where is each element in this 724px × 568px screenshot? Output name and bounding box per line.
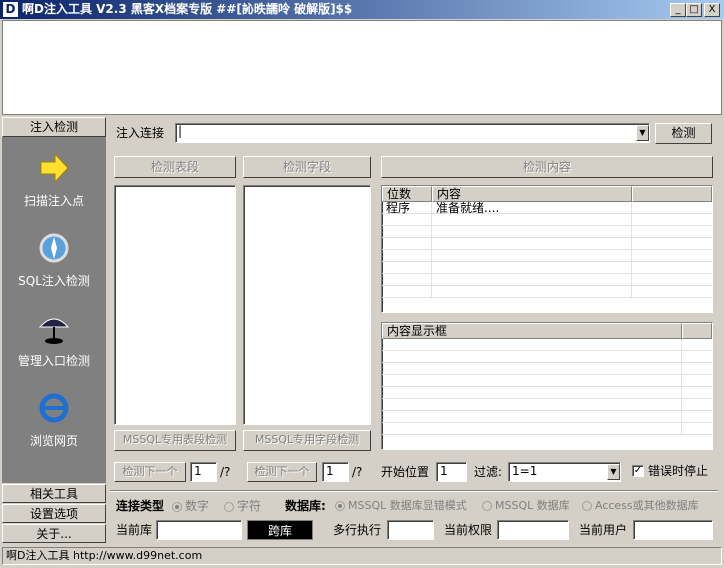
current-user-input[interactable]: [633, 520, 713, 540]
db-mssql[interactable]: MSSQL 数据库: [482, 497, 570, 515]
title-bar: 啊D注入工具 V2.3 黑客X档案专版 ##[訫昳譳呤 破解版]$$: [0, 0, 724, 19]
sidebar-item-scan[interactable]: 扫描注入点: [2, 151, 106, 209]
chevron-down-icon[interactable]: ▼: [636, 125, 649, 141]
minimize-button[interactable]: _: [670, 3, 686, 17]
window-title: 啊D注入工具 V2.3 黑客X档案专版 ##[訫昳譳呤 破解版]$$: [22, 2, 353, 16]
divider: [110, 490, 718, 492]
sidebar-item-browse[interactable]: 浏览网页: [2, 391, 106, 449]
detect-tables-button[interactable]: 检测表段: [114, 156, 236, 178]
conn-type-string[interactable]: 字符: [224, 497, 261, 515]
compass-icon: [39, 233, 69, 263]
column-header: 内容显示框: [382, 323, 682, 339]
table-page-total: /?: [220, 465, 231, 479]
current-db-input[interactable]: [156, 520, 242, 540]
field-page-input[interactable]: 1: [322, 462, 349, 482]
maximize-button[interactable]: □: [686, 3, 702, 17]
field-page-total: /?: [352, 465, 363, 479]
sidebar-about[interactable]: 关于...: [2, 524, 106, 543]
sidebar-settings[interactable]: 设置选项: [2, 504, 106, 523]
start-position-input[interactable]: 1: [436, 462, 467, 482]
filter-select[interactable]: 1=1: [508, 462, 621, 482]
radio-icon: [172, 501, 182, 512]
current-user-label: 当前用户: [579, 523, 628, 537]
db-label: 数据库:: [285, 499, 326, 513]
result-table[interactable]: 位数 内容 程序 准备就绪....: [381, 185, 713, 313]
detect-content-button[interactable]: 检测内容: [381, 156, 713, 178]
content-display-box[interactable]: 内容显示框: [381, 322, 713, 450]
detect-fields-button[interactable]: 检测字段: [243, 156, 371, 178]
next-table-button[interactable]: 检测下一个: [114, 462, 186, 482]
sidebar: 扫描注入点 SQL注入检测 管理入口检测 浏览网页: [2, 137, 106, 483]
next-field-button[interactable]: 检测下一个: [247, 462, 317, 482]
status-bar: 啊D注入工具 http://www.d99net.com: [2, 547, 722, 565]
conn-type-number[interactable]: 数字: [172, 497, 209, 515]
sidebar-tools[interactable]: 相关工具: [2, 484, 106, 503]
current-db-label: 当前库: [116, 523, 153, 537]
sidebar-item-label: 扫描注入点: [23, 194, 84, 208]
radio-icon: [582, 501, 592, 511]
column-header[interactable]: 内容: [432, 186, 632, 202]
inject-url-label: 注入连接: [116, 126, 165, 140]
chevron-down-icon[interactable]: ▼: [607, 464, 620, 480]
sidebar-item-label: 浏览网页: [29, 434, 78, 448]
db-mssql-error[interactable]: MSSQL 数据库显错模式: [335, 497, 467, 515]
multi-exec-input[interactable]: [387, 520, 434, 540]
filter-label: 过滤:: [474, 465, 503, 479]
app-icon: D: [3, 2, 18, 17]
conn-type-label: 连接类型: [116, 499, 165, 513]
log-area: [2, 20, 722, 115]
ie-icon: [39, 393, 69, 423]
radio-icon: [335, 501, 345, 511]
umbrella-icon: [38, 318, 70, 344]
sidebar-item-label: 管理入口检测: [17, 354, 90, 368]
fields-list[interactable]: [243, 185, 371, 425]
arrow-right-icon: [40, 152, 69, 184]
db-access[interactable]: Access或其他数据库: [582, 497, 699, 515]
sidebar-item-sql[interactable]: SQL注入检测: [2, 231, 106, 289]
tables-list[interactable]: [114, 185, 236, 425]
mssql-fields-button[interactable]: MSSQL专用字段检测: [243, 430, 371, 451]
multi-exec-label: 多行执行: [333, 523, 382, 537]
table-row[interactable]: 程序 准备就绪....: [382, 202, 712, 214]
stop-on-error-checkbox[interactable]: ✓: [632, 465, 644, 477]
mssql-tables-button[interactable]: MSSQL专用表段检测: [114, 430, 236, 451]
table-page-input[interactable]: 1: [190, 462, 217, 482]
stop-on-error-label: 错误时停止: [648, 464, 709, 478]
radio-icon: [482, 501, 492, 511]
start-position-label: 开始位置: [381, 465, 430, 479]
detect-button[interactable]: 检测: [655, 123, 712, 144]
radio-icon: [224, 501, 234, 512]
column-header[interactable]: 位数: [382, 186, 432, 202]
cross-db-button[interactable]: 跨库: [247, 520, 313, 540]
sidebar-item-admin[interactable]: 管理入口检测: [2, 311, 106, 369]
privilege-label: 当前权限: [444, 523, 493, 537]
sidebar-item-label: SQL注入检测: [18, 274, 90, 288]
privilege-input[interactable]: [497, 520, 569, 540]
sidebar-header-inject[interactable]: 注入检测: [2, 117, 106, 137]
close-button[interactable]: X: [704, 3, 720, 17]
inject-url-input[interactable]: |: [175, 123, 650, 143]
